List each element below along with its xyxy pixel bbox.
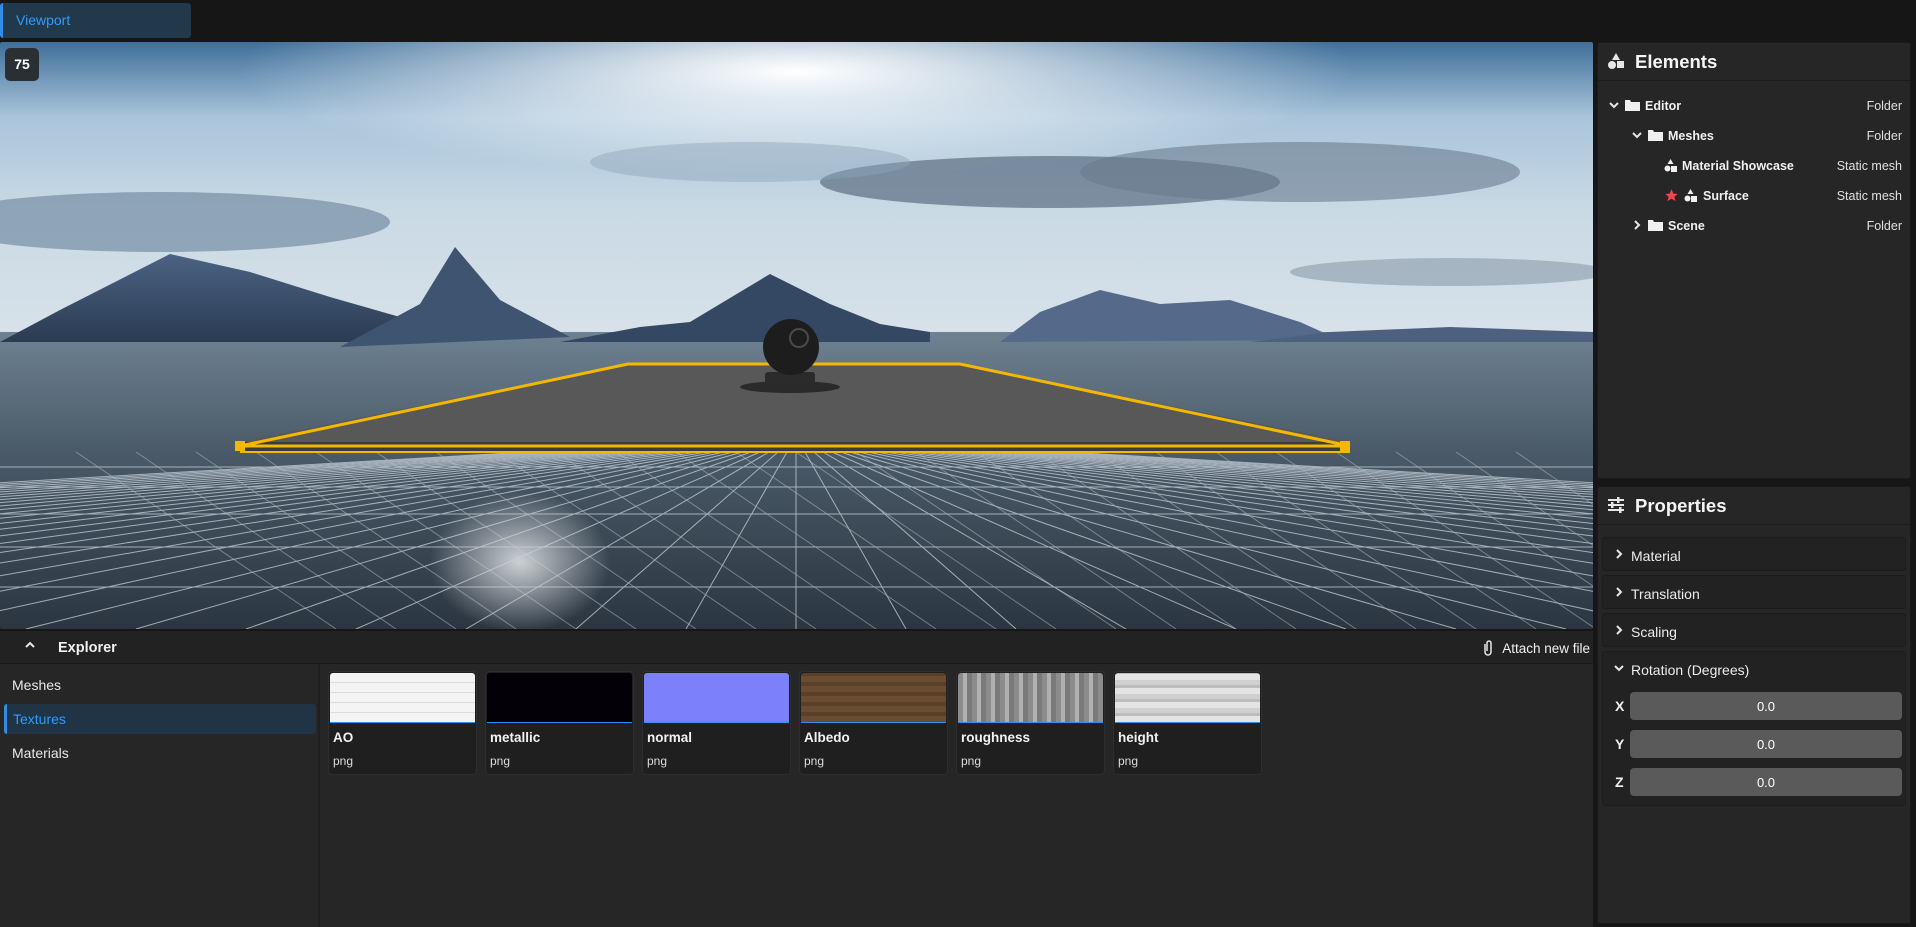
explorer-header: Explorer Attach new file bbox=[0, 631, 1593, 664]
file-name: height bbox=[1118, 730, 1159, 745]
section-label[interactable]: Rotation (Degrees) bbox=[1631, 662, 1749, 678]
tree-item-scene[interactable]: Scene Folder bbox=[1598, 211, 1910, 241]
chevron-right-icon bbox=[1616, 549, 1623, 559]
tree-item-material-showcase[interactable]: Material Showcase Static mesh bbox=[1598, 151, 1910, 181]
tree-item-meshes[interactable]: Meshes Folder bbox=[1598, 121, 1910, 151]
section-material[interactable]: Material bbox=[1602, 537, 1906, 571]
folder-icon bbox=[1625, 100, 1640, 111]
explorer-title: Explorer bbox=[58, 640, 117, 656]
file-name: AO bbox=[333, 730, 354, 745]
file-name: normal bbox=[647, 730, 693, 745]
rotation-z-input[interactable] bbox=[1630, 768, 1902, 796]
shapes-icon bbox=[1608, 53, 1624, 69]
folder-icon bbox=[1648, 220, 1663, 231]
chevron-down-icon[interactable] bbox=[1608, 99, 1620, 111]
rotation-x-input[interactable] bbox=[1630, 692, 1902, 720]
tree-item-kind: Folder bbox=[1866, 99, 1902, 113]
category-textures[interactable]: Textures bbox=[4, 704, 316, 734]
texture-thumbnail-height bbox=[1115, 673, 1260, 723]
attach-new-file-label: Attach new file bbox=[1502, 640, 1590, 656]
file-name: Albedo bbox=[804, 730, 850, 745]
chevron-right-icon[interactable] bbox=[1631, 219, 1643, 231]
tree-item-label: Material Showcase bbox=[1682, 159, 1794, 173]
chevron-up-icon[interactable] bbox=[22, 637, 38, 653]
sliders-icon bbox=[1608, 497, 1624, 513]
file-card-roughness[interactable]: roughness png bbox=[956, 671, 1105, 775]
file-ext: png bbox=[647, 754, 668, 768]
tab-bar: Viewport bbox=[0, 0, 1916, 42]
viewport-scene[interactable] bbox=[0, 42, 1593, 629]
section-scaling[interactable]: Scaling bbox=[1602, 613, 1906, 647]
folder-icon bbox=[1648, 130, 1663, 141]
tree-item-kind: Static mesh bbox=[1836, 189, 1902, 203]
texture-thumbnail-metallic bbox=[487, 673, 632, 723]
file-name: roughness bbox=[961, 730, 1031, 745]
fps-counter: 75 bbox=[5, 48, 39, 81]
tab-viewport[interactable]: Viewport bbox=[0, 3, 191, 38]
file-card-normal[interactable]: normal png bbox=[642, 671, 791, 775]
chevron-down-icon[interactable] bbox=[1613, 662, 1625, 674]
properties-panel: Properties Material Translation Scaling … bbox=[1597, 486, 1911, 924]
mesh-icon bbox=[1684, 189, 1697, 202]
section-label: Scaling bbox=[1631, 624, 1677, 640]
section-rotation: Rotation (Degrees) X Y Z bbox=[1602, 651, 1906, 806]
paperclip-icon bbox=[1484, 640, 1492, 656]
chevron-right-icon bbox=[1616, 587, 1623, 597]
viewport[interactable]: 75 bbox=[0, 42, 1593, 629]
elements-title: Elements bbox=[1635, 51, 1718, 72]
elements-header: Elements bbox=[1598, 43, 1910, 81]
texture-thumbnail-ao bbox=[330, 673, 475, 723]
section-translation[interactable]: Translation bbox=[1602, 575, 1906, 609]
tree-item-kind: Folder bbox=[1866, 219, 1902, 233]
star-icon[interactable] bbox=[1664, 188, 1679, 203]
mesh-icon bbox=[1664, 159, 1677, 172]
tree-item-label: Scene bbox=[1668, 219, 1705, 233]
tree-item-editor[interactable]: Editor Folder bbox=[1598, 91, 1910, 121]
elements-panel: Elements Editor Folder Meshes Folder Mat… bbox=[1597, 42, 1911, 479]
properties-header: Properties bbox=[1598, 487, 1910, 525]
file-ext: png bbox=[490, 754, 511, 768]
file-ext: png bbox=[1118, 754, 1139, 768]
explorer-panel: Explorer Attach new file Meshes Textures… bbox=[0, 631, 1593, 927]
rotation-z-label: Z bbox=[1615, 774, 1624, 790]
file-name: metallic bbox=[490, 730, 541, 745]
chevron-right-icon bbox=[1616, 625, 1623, 635]
rotation-y-label: Y bbox=[1615, 736, 1625, 752]
category-materials[interactable]: Materials bbox=[4, 738, 316, 768]
file-ext: png bbox=[961, 754, 982, 768]
tree-item-kind: Folder bbox=[1866, 129, 1902, 143]
file-card-height[interactable]: height png bbox=[1113, 671, 1262, 775]
file-card-metallic[interactable]: metallic png bbox=[485, 671, 634, 775]
tree-item-label: Editor bbox=[1645, 99, 1682, 113]
tree-item-label: Surface bbox=[1703, 189, 1749, 203]
file-card-ao[interactable]: AO png bbox=[328, 671, 477, 775]
file-card-albedo[interactable]: Albedo png bbox=[799, 671, 948, 775]
texture-thumbnail-roughness bbox=[958, 673, 1103, 723]
category-meshes[interactable]: Meshes bbox=[4, 670, 316, 700]
section-label: Translation bbox=[1631, 586, 1700, 602]
tree-item-surface[interactable]: Surface Static mesh bbox=[1598, 181, 1910, 211]
tree-item-kind: Static mesh bbox=[1836, 159, 1902, 173]
chevron-down-icon[interactable] bbox=[1631, 129, 1643, 141]
properties-title: Properties bbox=[1635, 495, 1727, 516]
explorer-categories: Meshes Textures Materials bbox=[0, 664, 320, 927]
rotation-x-label: X bbox=[1615, 698, 1625, 714]
file-ext: png bbox=[333, 754, 354, 768]
attach-new-file-button[interactable]: Attach new file bbox=[1482, 638, 1590, 658]
editor-app: Viewport 75 Explorer Attach new file Mes… bbox=[0, 0, 1916, 927]
texture-thumbnail-albedo bbox=[801, 673, 946, 723]
section-label: Material bbox=[1631, 548, 1681, 564]
tree-item-label: Meshes bbox=[1668, 129, 1714, 143]
texture-thumbnail-normal bbox=[644, 673, 789, 723]
file-ext: png bbox=[804, 754, 825, 768]
rotation-y-input[interactable] bbox=[1630, 730, 1902, 758]
